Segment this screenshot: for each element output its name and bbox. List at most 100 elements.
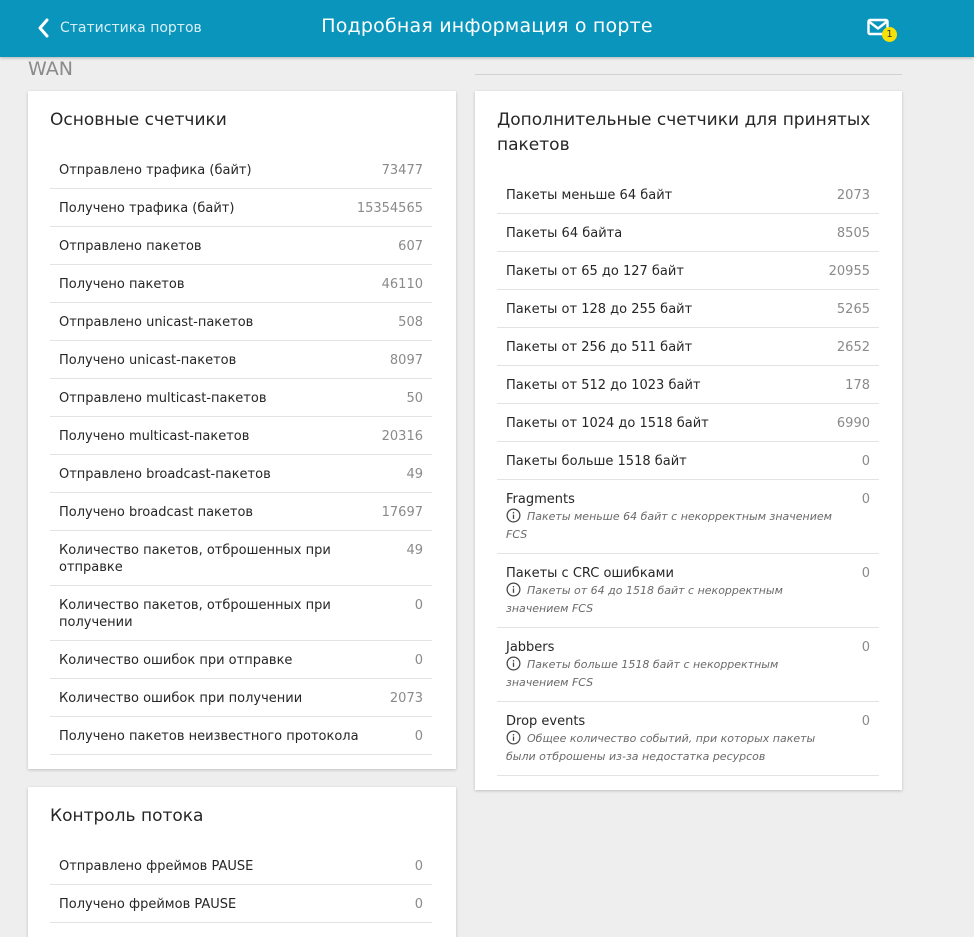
row-value: 8505	[836, 226, 870, 241]
row-value: 0	[414, 897, 423, 912]
card-title: пакетов	[497, 135, 570, 155]
row-label: Количество пакетов, отброшенных при	[59, 543, 331, 558]
row-label: Отправлено multicast-пакетов	[59, 391, 267, 406]
row-value: 607	[398, 239, 423, 254]
note-text: значением FCS	[506, 602, 594, 615]
table-row: Пакеты от 1024 до 1518 байт 6990	[497, 404, 879, 442]
note-text: Общее количество событий, при которых па…	[527, 732, 816, 745]
row-label: Отправлено фреймов PAUSE	[59, 859, 254, 874]
row-label: Пакеты от 512 до 1023 байт	[506, 378, 701, 393]
table-row: Получено фреймов PAUSE 0	[50, 885, 432, 923]
table-row: Пакеты 64 байта 8505	[497, 214, 879, 252]
table-row: Отправлено пакетов 607	[50, 227, 432, 265]
table-row: Количество ошибок при отправке 0	[50, 641, 432, 679]
row-value: 2652	[836, 340, 870, 355]
row-label: Jabbers	[506, 640, 555, 655]
row-value: 0	[414, 859, 423, 874]
table-row: Пакеты от 512 до 1023 байт 178	[497, 366, 879, 404]
row-value: 73477	[381, 163, 423, 178]
table-row: Пакеты от 128 до 255 байт 5265	[497, 290, 879, 328]
row-label: Получено multicast-пакетов	[59, 429, 250, 444]
row-value: 5265	[836, 302, 870, 317]
row-label: Получено пакетов неизвестного протокола	[59, 729, 359, 744]
row-value: 2073	[389, 691, 423, 706]
table-row: Получено broadcast пакетов 17697	[50, 493, 432, 531]
row-value: 0	[861, 640, 870, 655]
top-bar: Статистика портов Подробная информация о…	[0, 0, 974, 57]
page-title: Подробная информация о порте	[321, 15, 653, 37]
table-row: Отправлено трафика (байт) 73477	[50, 151, 432, 189]
row-label: Количество пакетов, отброшенных при	[59, 598, 331, 613]
row-label: Пакеты 64 байта	[506, 226, 623, 241]
row-note: Общее количество событий, при которых па…	[506, 730, 815, 748]
row-label: Получено фреймов PAUSE	[59, 897, 237, 912]
row-value: 0	[861, 566, 870, 581]
note-text: были отброшены из-за недостатка ресурсов	[506, 750, 766, 763]
info-icon	[506, 582, 521, 597]
row-value: 49	[406, 543, 423, 558]
row-value: 508	[398, 315, 423, 330]
info-icon	[506, 656, 521, 671]
flow-control-card: Контроль потока Отправлено фреймов PAUSE…	[28, 787, 456, 937]
notifications-button[interactable]: 1	[867, 18, 899, 44]
table-row: Отправлено multicast-пакетов 50	[50, 379, 432, 417]
card-title: Дополнительные счетчики для принятых	[497, 110, 871, 130]
row-label: Пакеты от 65 до 127 байт	[506, 264, 684, 279]
row-label: Количество ошибок при получении	[59, 691, 303, 706]
row-note: Пакеты больше 1518 байт с некорректным	[506, 656, 778, 674]
row-label: Пакеты от 1024 до 1518 байт	[506, 416, 709, 431]
row-label: отправке	[59, 560, 123, 575]
table-row: Пакеты от 256 до 511 байт 2652	[497, 328, 879, 366]
row-label: Получено трафика (байт)	[59, 201, 235, 216]
row-value: 0	[414, 598, 423, 613]
extra-counters-card: Дополнительные счетчики для принятых пак…	[475, 91, 902, 790]
row-label: Отправлено пакетов	[59, 239, 202, 254]
row-value: 20316	[381, 429, 423, 444]
row-value: 0	[861, 492, 870, 507]
note-text: Пакеты меньше 64 байт с некорректным зна…	[527, 510, 832, 523]
info-icon	[506, 508, 521, 523]
main-counters-card: Основные счетчики Отправлено трафика (ба…	[28, 91, 456, 769]
divider	[475, 74, 902, 75]
table-row: Drop events 0 Общее количество событий, …	[497, 702, 879, 776]
table-row: Пакеты меньше 64 байт 2073	[497, 176, 879, 214]
counters-list: Отправлено трафика (байт) 73477 Получено…	[50, 151, 432, 755]
table-row: Jabbers 0 Пакеты больше 1518 байт с неко…	[497, 628, 879, 702]
row-value: 178	[845, 378, 870, 393]
row-note: Пакеты от 64 до 1518 байт с некорректным	[506, 582, 783, 600]
row-label: Пакеты меньше 64 байт	[506, 188, 673, 203]
row-label: Получено broadcast пакетов	[59, 505, 254, 520]
row-value: 6990	[836, 416, 870, 431]
table-row: Fragments 0 Пакеты меньше 64 байт с неко…	[497, 480, 879, 554]
table-row: Пакеты от 65 до 127 байт 20955	[497, 252, 879, 290]
row-label: Пакеты с CRC ошибками	[506, 566, 674, 581]
row-label: Пакеты от 256 до 511 байт	[506, 340, 693, 355]
row-value: 8097	[389, 353, 423, 368]
row-value: 0	[861, 714, 870, 729]
notification-badge: 1	[882, 27, 897, 42]
row-label: Пакеты от 128 до 255 байт	[506, 302, 693, 317]
row-label: получении	[59, 615, 133, 630]
card-title: Основные счетчики	[50, 110, 227, 130]
table-row: Отправлено broadcast-пакетов 49	[50, 455, 432, 493]
section-label: WAN	[28, 58, 73, 80]
table-row: Отправлено unicast-пакетов 508	[50, 303, 432, 341]
row-value: 2073	[836, 188, 870, 203]
card-title: Контроль потока	[50, 806, 204, 826]
row-label: Количество ошибок при отправке	[59, 653, 293, 668]
table-row: Количество пакетов, отброшенных при отпр…	[50, 531, 432, 586]
table-row: Количество ошибок при получении 2073	[50, 679, 432, 717]
note-text: значением FCS	[506, 676, 594, 689]
row-value: 15354565	[356, 201, 423, 216]
table-row: Получено пакетов 46110	[50, 265, 432, 303]
row-value: 20955	[828, 264, 870, 279]
note-text: Пакеты от 64 до 1518 байт с некорректным	[527, 584, 783, 597]
row-label: Получено пакетов	[59, 277, 185, 292]
row-value: 50	[406, 391, 423, 406]
row-label: Пакеты больше 1518 байт	[506, 454, 687, 469]
row-note: Пакеты меньше 64 байт с некорректным зна…	[506, 508, 832, 526]
table-row: Пакеты больше 1518 байт 0	[497, 442, 879, 480]
row-value: 0	[414, 729, 423, 744]
note-text: Пакеты больше 1518 байт с некорректным	[527, 658, 779, 671]
table-row: Получено пакетов неизвестного протокола …	[50, 717, 432, 755]
